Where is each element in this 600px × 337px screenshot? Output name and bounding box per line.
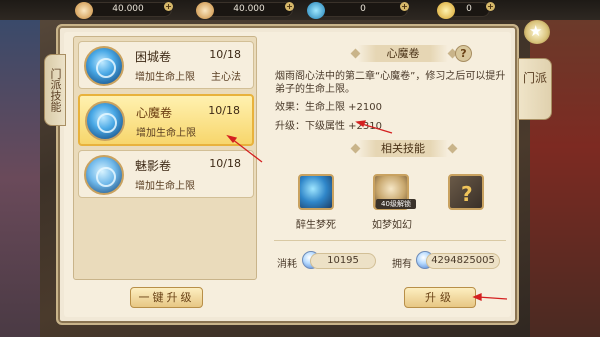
scroll-icon	[75, 2, 93, 19]
skill-next-level: 升级：下级属性 +2310	[275, 121, 383, 132]
skill-label: 如梦如幻	[372, 220, 412, 231]
skill-swirl-icon[interactable]	[298, 174, 334, 210]
coin-icon	[437, 2, 455, 19]
cost-label: 消耗	[277, 259, 297, 270]
unknown-skill-icon[interactable]: ?	[448, 174, 484, 210]
one-key-upgrade-button[interactable]: 一键升级	[130, 287, 203, 308]
resource-scroll-1: 40.000	[75, 2, 172, 19]
resource-coin: 0	[437, 2, 490, 19]
item-desc: 增加生命上限	[136, 128, 196, 139]
list-item[interactable]: 魅影卷 10/18 增加生命上限	[78, 150, 254, 198]
item-name: 魅影卷	[135, 159, 172, 173]
list-item-selected[interactable]: 心魔卷 10/18 增加生命上限	[78, 94, 254, 146]
scene-left-art	[0, 20, 40, 337]
list-item[interactable]: 困城卷 10/18 增加生命上限 主心法	[78, 41, 254, 89]
skill-book-icon	[85, 101, 125, 141]
resource-value: 40.000	[112, 4, 144, 14]
own-label: 拥有	[392, 259, 412, 270]
resource-bar: 40.000 40.000 0 0 + + + +	[0, 0, 600, 20]
skill-label: 醉生梦死	[296, 220, 336, 231]
skill-list: 困城卷 10/18 增加生命上限 主心法 心魔卷 10/18 增加生命上限 魅影…	[73, 36, 257, 280]
skill-description: 烟雨阁心法中的第二章“心魔卷”，修习之后可以提升弟子的生命上限。	[275, 71, 506, 95]
item-level: 10/18	[209, 48, 241, 61]
cost-value: 10195	[310, 253, 376, 269]
upgrade-button[interactable]: 升级	[404, 287, 476, 308]
add-jade-button[interactable]: +	[400, 2, 409, 11]
star-badge-icon[interactable]	[524, 20, 550, 44]
skill-title: 心魔卷	[358, 45, 448, 62]
item-desc: 增加生命上限	[135, 72, 195, 83]
tab-sect-skills[interactable]: 门派技能	[44, 54, 66, 126]
add-scroll-button[interactable]: +	[164, 2, 173, 11]
add-scroll-button[interactable]: +	[285, 2, 294, 11]
item-desc: 增加生命上限	[135, 181, 195, 192]
divider	[274, 240, 506, 241]
resource-scroll-2: 40.000	[196, 2, 293, 19]
resource-value: 40.000	[233, 4, 265, 14]
skill-effect: 效果：生命上限 +2100	[275, 102, 383, 113]
related-skills-title: 相关技能	[358, 140, 448, 157]
resource-value: 0	[360, 4, 366, 14]
skill-book-icon	[84, 46, 124, 86]
item-name: 心魔卷	[136, 106, 173, 120]
resource-value: 0	[466, 4, 472, 14]
skill-book-icon	[84, 155, 124, 195]
jade-icon	[307, 2, 325, 19]
item-level: 10/18	[209, 157, 241, 170]
question-mark-icon: ?	[461, 182, 473, 206]
add-coin-button[interactable]: +	[486, 2, 495, 11]
scroll-icon	[196, 2, 214, 19]
item-name: 困城卷	[135, 50, 172, 64]
item-type: 主心法	[211, 72, 241, 83]
own-value: 4294825005	[426, 253, 500, 269]
item-level: 10/18	[208, 104, 240, 117]
unlock-level-tag: 40级解锁	[376, 199, 416, 209]
help-button[interactable]: ?	[455, 45, 472, 62]
tab-sect[interactable]: 门派	[518, 58, 552, 120]
resource-jade: 0	[307, 2, 408, 19]
